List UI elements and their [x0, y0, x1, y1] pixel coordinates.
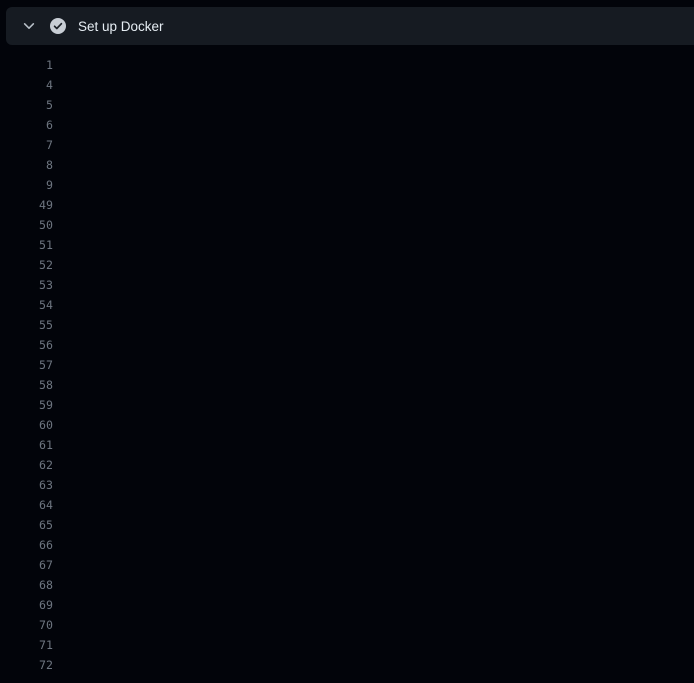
line-number[interactable]: 54 — [0, 295, 53, 315]
log-row: 69 Version: 23.0.0 — [0, 595, 694, 615]
log-row: 54 setup-docker-action — [0, 295, 694, 315]
chevron-down-icon[interactable] — [22, 19, 36, 33]
log-line-content: ▼ Create Docker context — [64, 195, 694, 215]
log-line-content: /usr/bin/tar xz --warning=no-unknown-key… — [64, 115, 694, 135]
line-number[interactable]: 55 — [0, 315, 53, 335]
log-row: 58 Client: — [0, 375, 694, 395]
line-number[interactable]: 71 — [0, 635, 53, 655]
line-number[interactable]: 69 — [0, 595, 53, 615]
log-line-content: Fixing perms — [64, 135, 694, 155]
log-line-content: Server: Docker Engine - Community — [64, 555, 694, 575]
log-row: 59 Version: 23.0.0 — [0, 395, 694, 415]
line-number[interactable]: 9 — [0, 175, 53, 195]
log-row: 1 ▶ Run ./ — [0, 55, 694, 75]
log-line-content: Go version: go1.19.5 — [64, 435, 694, 455]
log-line-content: API version: 1.42 (minimum version 1.12) — [64, 615, 694, 635]
log-row: 55 Current context is now "setup-docker-… — [0, 315, 694, 335]
line-number[interactable]: 7 — [0, 135, 53, 155]
log-row: 8 Added Docker to PATH — [0, 155, 694, 175]
line-number[interactable]: 72 — [0, 655, 53, 675]
log-row: 66 — [0, 535, 694, 555]
line-number[interactable]: 63 — [0, 475, 53, 495]
log-line-content: Downloading https://download.docker.com/… — [64, 95, 694, 115]
log-row: 7 Fixing perms — [0, 135, 694, 155]
log-row: 5 Downloading https://download.docker.co… — [0, 95, 694, 115]
log-line-content: API version: 1.42 — [64, 415, 694, 435]
line-number[interactable]: 60 — [0, 415, 53, 435]
log-line-content: ▶ Start Docker daemon — [64, 175, 694, 195]
log-row: 70 API version: 1.42 (minimum version 1.… — [0, 615, 694, 635]
line-number[interactable]: 56 — [0, 335, 53, 355]
line-number[interactable]: 61 — [0, 435, 53, 455]
line-number[interactable]: 6 — [0, 115, 53, 135]
log-line-content: Git commit: d7573ab — [64, 655, 694, 675]
line-number[interactable]: 64 — [0, 495, 53, 515]
line-number[interactable]: 5 — [0, 95, 53, 115]
log-line-content: Version: 23.0.0 — [64, 595, 694, 615]
log-line-content: Version: 23.0.0 — [64, 395, 694, 415]
log-line-content: ▼ Docker info — [64, 335, 694, 355]
log-area: 1 ▶ Run ./ 4 ▼ Download docker 5 Downloa… — [0, 45, 694, 675]
line-number[interactable]: 59 — [0, 395, 53, 415]
log-line-content: Current context is now "setup-docker-act… — [64, 315, 694, 335]
log-line-content: Successfully created context "setup-dock… — [64, 255, 694, 275]
log-row: 53 /opt/hostedtoolcache/docker-stable/23… — [0, 275, 694, 295]
log-row: 52 Successfully created context "setup-d… — [0, 255, 694, 275]
log-line-content: Added Docker to PATH — [64, 155, 694, 175]
log-row: 60 API version: 1.42 — [0, 415, 694, 435]
line-number[interactable]: 67 — [0, 555, 53, 575]
log-line-content: ▼ Download docker — [64, 75, 694, 95]
line-number[interactable]: 57 — [0, 355, 53, 375]
line-number[interactable]: 68 — [0, 575, 53, 595]
log-line-content: Engine: — [64, 575, 694, 595]
log-line-content: ▶ Run ./ — [64, 55, 694, 75]
log-row: 63 Built: Wed Feb 1 17:43:29 2023 — [0, 475, 694, 495]
log-row: 72 Git commit: d7573ab — [0, 655, 694, 675]
log-line-content: OS/Arch: linux/amd64 — [64, 495, 694, 515]
log-line-content: Git commit: e92dd87 — [64, 455, 694, 475]
line-number[interactable]: 50 — [0, 215, 53, 235]
line-number[interactable]: 58 — [0, 375, 53, 395]
log-row: 50 /opt/hostedtoolcache/docker-stable/23… — [0, 215, 694, 235]
step-title: Set up Docker — [78, 19, 164, 34]
log-row: 61 Go version: go1.19.5 — [0, 435, 694, 455]
step-header[interactable]: Set up Docker — [6, 7, 694, 45]
log-line-content: Go version: go1.19.5 — [64, 635, 694, 655]
log-row: 65 Context: setup-docker-action — [0, 515, 694, 535]
line-number[interactable]: 4 — [0, 75, 53, 95]
log-line-content: Built: Wed Feb 1 17:43:29 2023 — [64, 475, 694, 495]
line-number[interactable]: 62 — [0, 455, 53, 475]
log-row: 9 ▶ Start Docker daemon — [0, 175, 694, 195]
log-row: 56 ▼ Docker info — [0, 335, 694, 355]
log-row: 49 ▼ Create Docker context — [0, 195, 694, 215]
line-number[interactable]: 70 — [0, 615, 53, 635]
log-line-content: setup-docker-action — [64, 295, 694, 315]
log-line-content: /opt/hostedtoolcache/docker-stable/23.0.… — [64, 275, 694, 295]
log-row: 6 /usr/bin/tar xz --warning=no-unknown-k… — [0, 115, 694, 135]
check-circle-icon — [50, 18, 66, 34]
line-number[interactable]: 8 — [0, 155, 53, 175]
log-line-content: Context: setup-docker-action — [64, 515, 694, 535]
line-number[interactable]: 1 — [0, 55, 53, 75]
log-row: 62 Git commit: e92dd87 — [0, 455, 694, 475]
log-row: 57 /opt/hostedtoolcache/docker-stable/23… — [0, 355, 694, 375]
line-number[interactable]: 49 — [0, 195, 53, 215]
line-number[interactable]: 53 — [0, 275, 53, 295]
log-row: 71 Go version: go1.19.5 — [0, 635, 694, 655]
log-row: 67 Server: Docker Engine - Community — [0, 555, 694, 575]
line-number[interactable]: 51 — [0, 235, 53, 255]
line-number[interactable]: 66 — [0, 535, 53, 555]
line-number[interactable]: 65 — [0, 515, 53, 535]
log-line-content: /opt/hostedtoolcache/docker-stable/23.0.… — [64, 355, 694, 375]
log-row: 51 setup-docker-action — [0, 235, 694, 255]
line-number[interactable]: 52 — [0, 255, 53, 275]
log-line-content: setup-docker-action — [64, 235, 694, 255]
log-line-content — [64, 535, 694, 555]
log-line-content: Client: — [64, 375, 694, 395]
log-line-content: /opt/hostedtoolcache/docker-stable/23.0.… — [64, 215, 694, 235]
log-row: 4 ▼ Download docker — [0, 75, 694, 95]
log-row: 68 Engine: — [0, 575, 694, 595]
log-row: 64 OS/Arch: linux/amd64 — [0, 495, 694, 515]
